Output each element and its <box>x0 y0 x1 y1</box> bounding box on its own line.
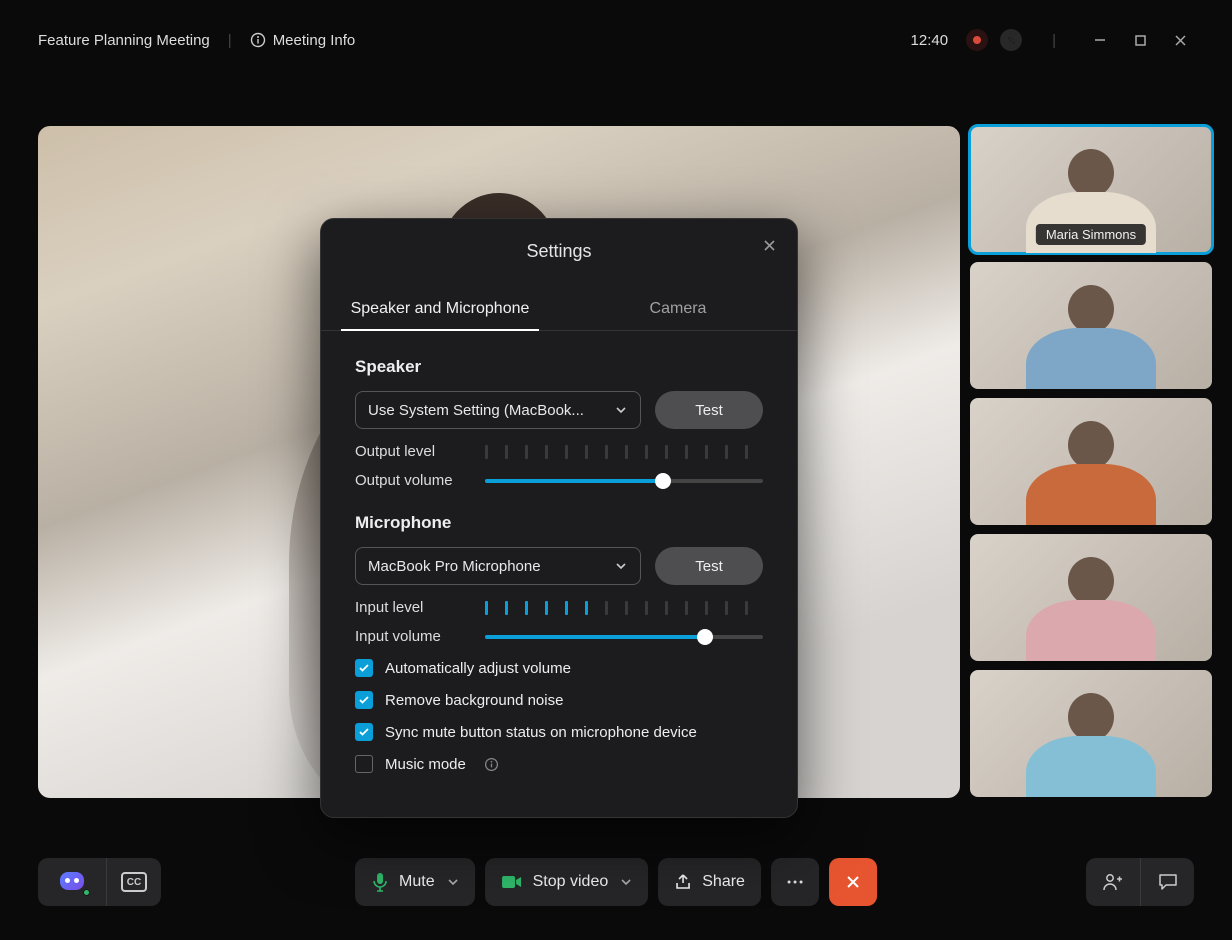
ai-assistant-button[interactable] <box>38 858 106 906</box>
chevron-down-icon <box>447 876 459 888</box>
auto-adjust-volume-checkbox[interactable] <box>355 659 373 677</box>
stop-video-button[interactable]: Stop video <box>485 858 649 906</box>
input-level-meter <box>485 601 763 615</box>
header-bar: Feature Planning Meeting | Meeting Info … <box>0 0 1232 80</box>
info-icon[interactable] <box>484 757 499 772</box>
maximize-icon <box>1134 34 1147 47</box>
microphone-device-value: MacBook Pro Microphone <box>368 558 541 575</box>
input-volume-slider[interactable] <box>485 635 763 639</box>
meeting-info-label: Meeting Info <box>273 32 356 49</box>
participant-thumb[interactable] <box>970 670 1212 797</box>
info-icon <box>250 32 266 48</box>
speaker-section-label: Speaker <box>355 357 763 377</box>
modal-close-button[interactable] <box>759 235 779 255</box>
participant-thumb[interactable] <box>970 534 1212 661</box>
participant-thumb[interactable] <box>970 262 1212 389</box>
chevron-down-icon <box>614 403 628 417</box>
mute-button[interactable]: Mute <box>355 858 475 906</box>
speaker-device-select[interactable]: Use System Setting (MacBook... <box>355 391 641 429</box>
leave-call-button[interactable] <box>829 858 877 906</box>
minimize-icon <box>1093 33 1107 47</box>
camera-icon <box>501 874 523 890</box>
stop-video-label: Stop video <box>533 873 609 891</box>
share-icon <box>674 873 692 891</box>
speaker-test-button[interactable]: Test <box>655 391 763 429</box>
clock: 12:40 <box>911 32 949 49</box>
recording-indicator[interactable] <box>966 29 988 51</box>
separator: | <box>228 32 232 49</box>
output-level-meter <box>485 445 763 459</box>
mute-label: Mute <box>399 873 435 891</box>
modal-title: Settings <box>321 241 797 262</box>
output-volume-slider[interactable] <box>485 479 763 483</box>
output-volume-label: Output volume <box>355 472 485 489</box>
people-icon <box>1102 873 1124 891</box>
output-level-label: Output level <box>355 443 485 460</box>
participant-name-label: Maria Simmons <box>1036 224 1146 245</box>
maximize-button[interactable] <box>1126 26 1154 54</box>
sync-mute-checkbox[interactable] <box>355 723 373 741</box>
tab-camera[interactable]: Camera <box>559 288 797 330</box>
cc-icon: CC <box>121 872 147 892</box>
chat-icon <box>1158 873 1178 891</box>
participant-thumb[interactable]: Maria Simmons <box>970 126 1212 253</box>
close-window-button[interactable] <box>1166 26 1194 54</box>
chevron-down-icon <box>614 559 628 573</box>
close-icon <box>845 874 861 890</box>
auto-adjust-volume-label: Automatically adjust volume <box>385 660 571 677</box>
participant-strip: Maria Simmons <box>970 126 1212 798</box>
settings-modal: Settings Speaker and Microphone Camera S… <box>320 218 798 818</box>
remove-noise-checkbox[interactable] <box>355 691 373 709</box>
input-volume-label: Input volume <box>355 628 485 645</box>
separator: | <box>1052 32 1056 49</box>
microphone-icon <box>371 872 389 892</box>
microphone-section-label: Microphone <box>355 513 763 533</box>
music-mode-checkbox[interactable] <box>355 755 373 773</box>
meeting-title: Feature Planning Meeting <box>38 32 210 49</box>
meeting-info-button[interactable]: Meeting Info <box>250 32 356 49</box>
input-level-label: Input level <box>355 599 485 616</box>
sync-mute-label: Sync mute button status on microphone de… <box>385 724 697 741</box>
close-icon <box>1174 34 1187 47</box>
chat-button[interactable] <box>1140 858 1194 906</box>
captions-button[interactable]: CC <box>106 858 161 906</box>
participant-thumb[interactable] <box>970 398 1212 525</box>
bottom-toolbar: CC Mute Stop video Share <box>0 858 1232 906</box>
close-icon <box>763 239 776 252</box>
modal-tabs: Speaker and Microphone Camera <box>321 288 797 331</box>
speaker-device-value: Use System Setting (MacBook... <box>368 402 584 419</box>
participants-button[interactable] <box>1086 858 1140 906</box>
link-indicator[interactable] <box>1000 29 1022 51</box>
tab-speaker-microphone[interactable]: Speaker and Microphone <box>321 288 559 330</box>
remove-noise-label: Remove background noise <box>385 692 563 709</box>
more-options-button[interactable] <box>771 858 819 906</box>
more-icon <box>786 879 804 885</box>
share-button[interactable]: Share <box>658 858 761 906</box>
chevron-down-icon <box>620 876 632 888</box>
bot-icon <box>52 866 92 898</box>
microphone-device-select[interactable]: MacBook Pro Microphone <box>355 547 641 585</box>
music-mode-label: Music mode <box>385 756 466 773</box>
microphone-test-button[interactable]: Test <box>655 547 763 585</box>
share-label: Share <box>702 873 745 891</box>
minimize-button[interactable] <box>1086 26 1114 54</box>
